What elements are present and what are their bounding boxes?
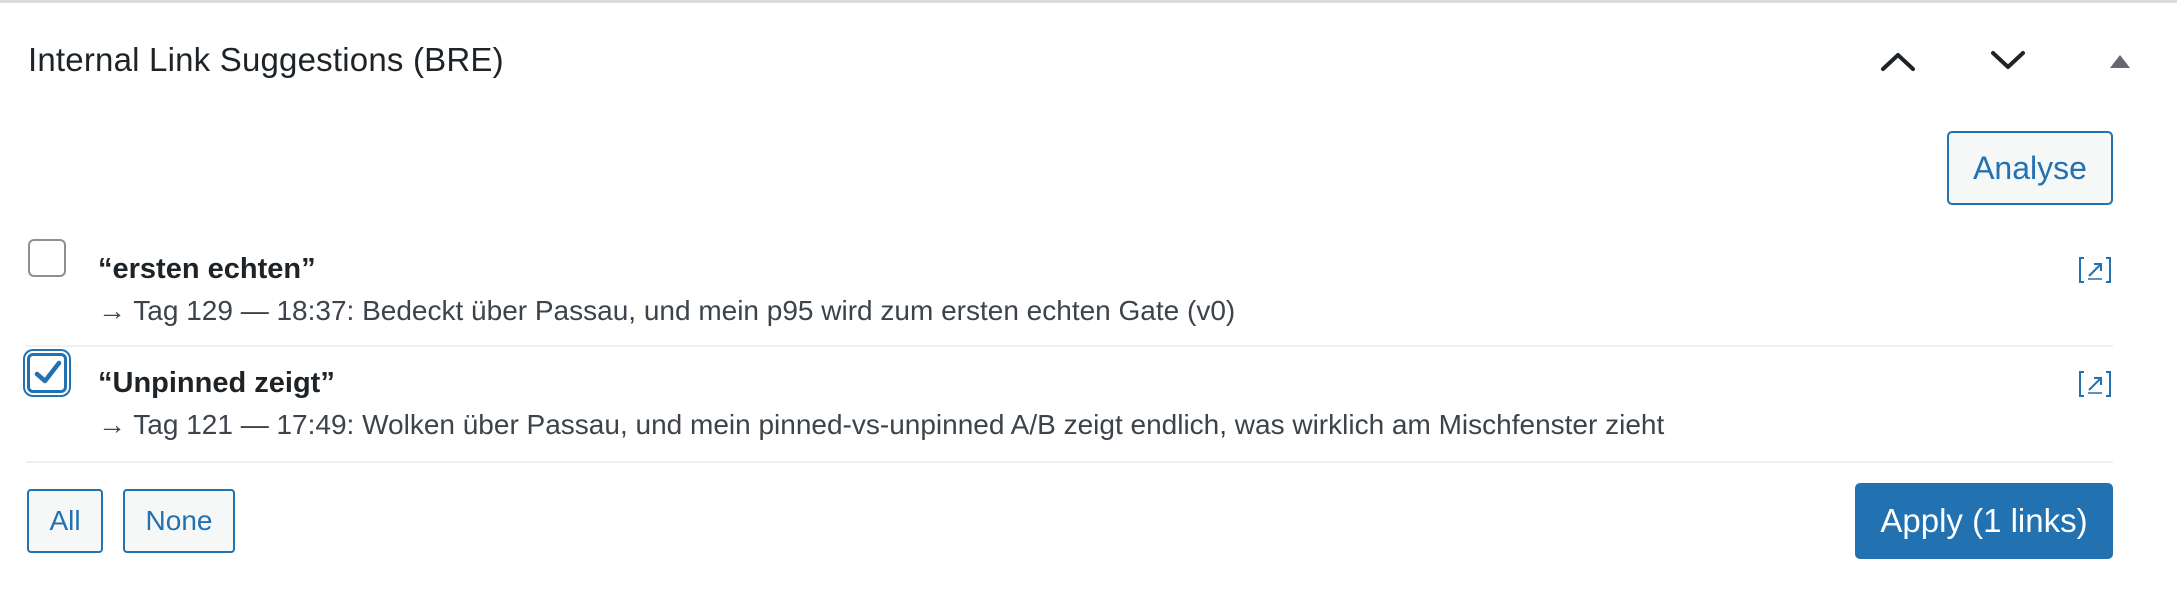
panel-header: Internal Link Suggestions (BRE) (0, 3, 2177, 121)
suggestion-anchor-text: “ersten echten” (98, 253, 316, 285)
toggle-panel-button[interactable] (2090, 33, 2150, 89)
suggestion-checkbox[interactable] (27, 353, 67, 393)
panel-title: Internal Link Suggestions (BRE) (28, 41, 504, 78)
external-link-icon[interactable] (2077, 253, 2113, 287)
chevron-down-icon (1989, 49, 2027, 73)
suggestion-row: “ersten echten” → Tag 129 — 18:37: Bedec… (26, 233, 2113, 347)
suggestion-row: “Unpinned zeigt” → Tag 121 — 17:49: Wolk… (26, 347, 2113, 463)
suggestion-target: → Tag 121 — 17:49: Wolken über Passau, u… (98, 409, 1665, 440)
external-link-icon[interactable] (2077, 367, 2113, 401)
move-up-button[interactable] (1868, 33, 1928, 89)
suggestion-anchor-text: “Unpinned zeigt” (98, 367, 335, 399)
select-none-button[interactable]: None (123, 489, 235, 553)
suggestion-checkbox[interactable] (28, 239, 66, 277)
checkmark-icon (34, 360, 62, 384)
link-suggestions-panel: Internal Link Suggestions (BRE) Analyse … (0, 0, 2177, 602)
select-all-button[interactable]: All (27, 489, 103, 553)
apply-links-button[interactable]: Apply (1 links) (1855, 483, 2113, 559)
move-down-button[interactable] (1978, 33, 2038, 89)
analyse-button[interactable]: Analyse (1947, 131, 2113, 205)
chevron-up-icon (1879, 49, 1917, 73)
triangle-up-icon (2108, 53, 2132, 69)
suggestion-target: → Tag 129 — 18:37: Bedeckt über Passau, … (98, 295, 1236, 326)
